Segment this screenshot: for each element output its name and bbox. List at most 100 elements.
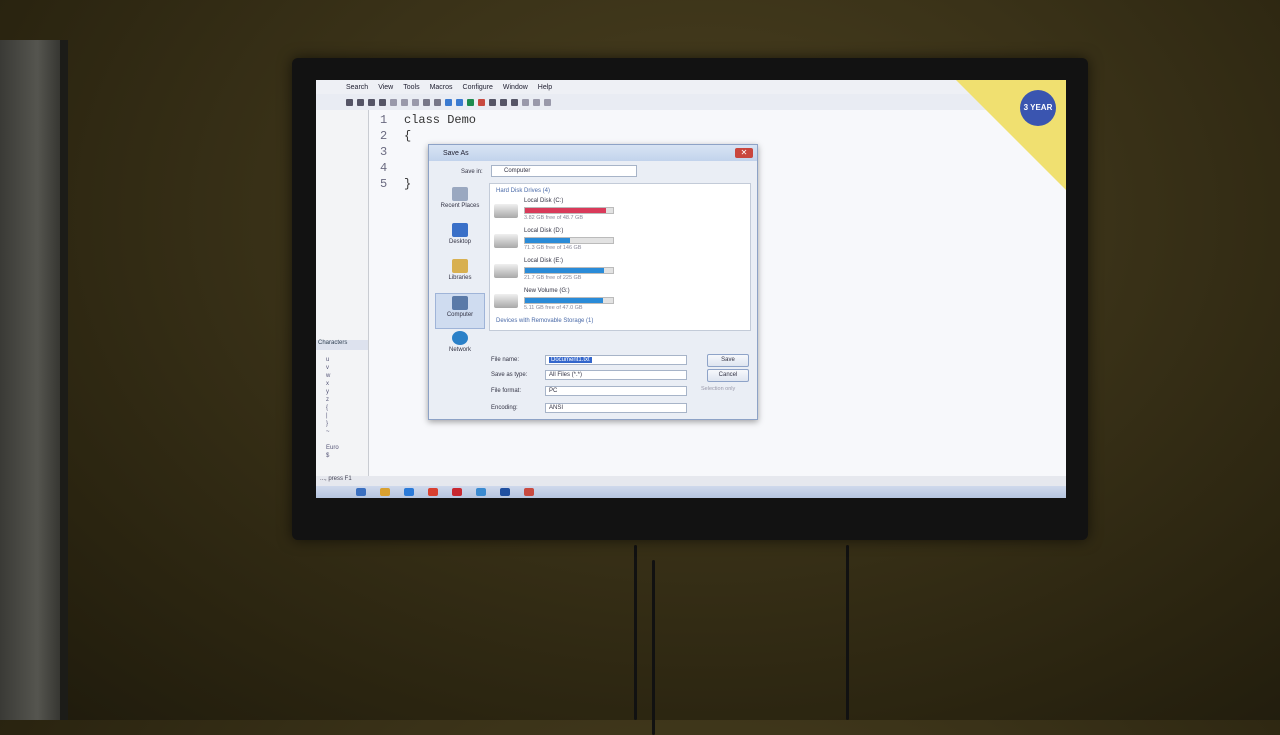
- drive-usage-fill: [525, 208, 606, 213]
- drive-item[interactable]: Local Disk (E:) 21.7 GB free of 225 GB: [494, 258, 644, 286]
- hard-drive-icon: [494, 234, 518, 248]
- desktop-icon: [452, 223, 468, 237]
- save-type-select[interactable]: All Files (*.*): [545, 370, 687, 380]
- drive-free-space: 21.7 GB free of 225 GB: [524, 275, 582, 281]
- drive-usage-fill: [525, 298, 604, 303]
- toggle-icon[interactable]: [478, 98, 485, 106]
- drive-name: New Volume (G:): [524, 288, 570, 294]
- file-format-select[interactable]: PC: [545, 386, 687, 396]
- tool-icon[interactable]: [511, 98, 518, 106]
- bookmark-icon[interactable]: [467, 98, 474, 106]
- hard-drive-icon: [494, 204, 518, 218]
- menu-view[interactable]: View: [378, 84, 393, 91]
- line-number: 2: [380, 129, 388, 143]
- warranty-badge: 3 YEAR: [1020, 90, 1056, 126]
- place-network[interactable]: Network: [435, 331, 485, 365]
- redo-icon[interactable]: [434, 98, 441, 106]
- hard-disk-group-header: Hard Disk Drives (4): [496, 188, 551, 194]
- tool-icon[interactable]: [489, 98, 496, 106]
- menu-macros[interactable]: Macros: [430, 84, 453, 91]
- cable: [634, 545, 637, 720]
- code-text: class Demo: [404, 113, 477, 127]
- open-file-icon[interactable]: [357, 98, 364, 106]
- ie-icon[interactable]: [404, 488, 414, 496]
- help-icon[interactable]: [544, 98, 551, 106]
- save-icon[interactable]: [368, 98, 375, 106]
- menu-configure[interactable]: Configure: [463, 84, 493, 91]
- close-button[interactable]: ✕: [735, 148, 753, 158]
- drive-item[interactable]: New Volume (G:) 5.11 GB free of 47.0 GB: [494, 288, 644, 316]
- place-label: Libraries: [448, 275, 472, 281]
- opera-icon[interactable]: [452, 488, 462, 496]
- chrome-icon[interactable]: [428, 488, 438, 496]
- hard-drive-icon: [494, 264, 518, 278]
- wall-panel: [0, 40, 68, 720]
- menu-search[interactable]: Search: [346, 84, 368, 91]
- code-line: 1 class Demo: [380, 113, 476, 129]
- computer-icon: [452, 296, 468, 310]
- cable: [652, 560, 655, 735]
- tool-icon[interactable]: [500, 98, 507, 106]
- place-label: Desktop: [448, 239, 471, 245]
- find-icon[interactable]: [445, 98, 452, 106]
- character-list: u v w x y z{|} ~ Euro $: [326, 357, 339, 459]
- file-name-input[interactable]: Document1.txt: [545, 355, 687, 365]
- menu-window[interactable]: Window: [503, 84, 528, 91]
- network-icon: [452, 331, 468, 345]
- drive-free-space: 71.3 GB free of 146 GB: [524, 245, 582, 251]
- save-button[interactable]: Save: [707, 354, 749, 367]
- file-list[interactable]: Hard Disk Drives (4) Local Disk (C:) 3.8…: [489, 183, 751, 331]
- code-text: }: [404, 177, 412, 191]
- cut-icon[interactable]: [390, 98, 397, 106]
- prev-icon[interactable]: [522, 98, 529, 106]
- toolbar: [316, 94, 1066, 110]
- cancel-button[interactable]: Cancel: [707, 369, 749, 382]
- drive-free-space: 3.82 GB free of 48.7 GB: [524, 215, 584, 221]
- line-number: 1: [380, 113, 388, 127]
- code-line: 4: [380, 161, 404, 177]
- place-desktop[interactable]: Desktop: [435, 223, 485, 257]
- save-in-label: Save in:: [461, 169, 483, 175]
- drive-item[interactable]: Local Disk (D:) 71.3 GB free of 146 GB: [494, 228, 644, 256]
- places-bar: Recent Places Desktop Libraries Computer…: [435, 185, 485, 365]
- removable-group-header: Devices with Removable Storage (1): [496, 318, 594, 324]
- drive-usage-bar: [524, 267, 614, 274]
- drive-name: Local Disk (D:): [524, 228, 564, 234]
- code-line: 5}: [380, 177, 411, 193]
- drive-usage-fill: [525, 268, 605, 273]
- selection-only-checkbox[interactable]: Selection only: [701, 386, 735, 392]
- save-in-select[interactable]: Computer: [491, 165, 637, 177]
- replace-icon[interactable]: [456, 98, 463, 106]
- drive-usage-bar: [524, 237, 614, 244]
- next-icon[interactable]: [533, 98, 540, 106]
- drive-usage-fill: [525, 238, 570, 243]
- tool-icon[interactable]: [524, 488, 534, 496]
- save-type-label: Save as type:: [491, 372, 528, 378]
- drive-item[interactable]: Local Disk (C:) 3.82 GB free of 48.7 GB: [494, 198, 644, 226]
- place-label: Network: [448, 347, 471, 353]
- copy-icon[interactable]: [401, 98, 408, 106]
- start-icon[interactable]: [356, 488, 366, 496]
- wall-panel-edge: [60, 40, 68, 720]
- code-line: 3: [380, 145, 404, 161]
- undo-icon[interactable]: [423, 98, 430, 106]
- line-number: 4: [380, 161, 388, 175]
- hard-drive-icon: [494, 294, 518, 308]
- new-file-icon[interactable]: [346, 98, 353, 106]
- recent-places-icon: [452, 187, 468, 201]
- place-libraries[interactable]: Libraries: [435, 259, 485, 293]
- file-name-label: File name:: [491, 357, 520, 363]
- encoding-select[interactable]: ANSI: [545, 403, 687, 413]
- menu-bar: Search View Tools Macros Configure Windo…: [316, 80, 1066, 94]
- paste-icon[interactable]: [412, 98, 419, 106]
- place-label: Recent Places: [440, 203, 480, 209]
- file-name-value: Document1.txt: [549, 357, 592, 363]
- place-computer[interactable]: Computer: [435, 293, 485, 329]
- folder-icon[interactable]: [380, 488, 390, 496]
- print-icon[interactable]: [379, 98, 386, 106]
- menu-tools[interactable]: Tools: [403, 84, 419, 91]
- menu-help[interactable]: Help: [538, 84, 552, 91]
- place-recent[interactable]: Recent Places: [435, 187, 485, 221]
- photoshop-icon[interactable]: [500, 488, 510, 496]
- editor-icon[interactable]: [476, 488, 486, 496]
